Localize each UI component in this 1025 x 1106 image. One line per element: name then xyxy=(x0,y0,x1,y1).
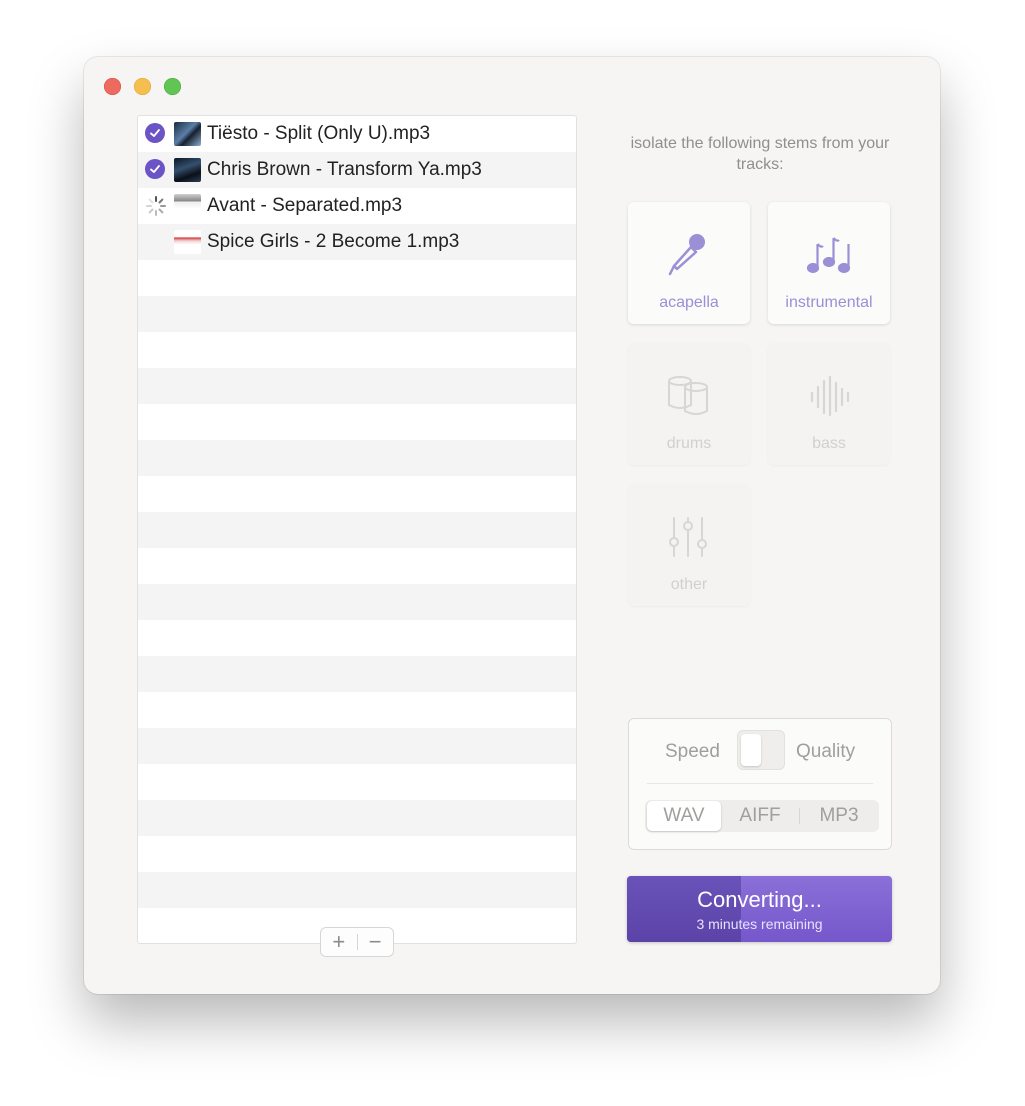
track-row[interactable]: Avant - Separated.mp3 xyxy=(138,188,576,224)
track-status xyxy=(145,159,167,181)
stem-bass-button[interactable]: bass xyxy=(768,343,890,465)
spinner-icon xyxy=(146,196,166,216)
zoom-window-button[interactable] xyxy=(164,78,181,95)
quality-label: Quality xyxy=(796,741,856,762)
sliders-icon xyxy=(669,517,707,557)
speed-label: Speed xyxy=(665,741,720,762)
album-art xyxy=(174,158,201,182)
empty-row xyxy=(138,656,576,692)
stems-heading: isolate the following stems from your tr… xyxy=(630,135,890,173)
track-name: Spice Girls - 2 Become 1.mp3 xyxy=(207,231,460,252)
track-name: Tiësto - Split (Only U).mp3 xyxy=(207,123,431,144)
track-name: Avant - Separated.mp3 xyxy=(207,195,403,216)
track-row[interactable]: Tiësto - Split (Only U).mp3 xyxy=(138,116,576,152)
app-window: Tiësto - Split (Only U).mp3 Chris Brown … xyxy=(84,57,940,994)
track-list[interactable]: Tiësto - Split (Only U).mp3 Chris Brown … xyxy=(137,115,577,944)
empty-row xyxy=(138,512,576,548)
empty-row xyxy=(138,440,576,476)
time-remaining: 3 minutes remaining xyxy=(696,916,823,932)
empty-row xyxy=(138,476,576,512)
format-segmented-control: WAV AIFF MP3 xyxy=(645,800,879,832)
empty-row xyxy=(138,728,576,764)
drums-icon xyxy=(668,376,708,415)
add-remove-control: + − xyxy=(320,927,394,957)
stem-label: other xyxy=(670,576,708,593)
empty-row xyxy=(138,800,576,836)
stem-label: bass xyxy=(812,435,846,452)
divider xyxy=(647,783,873,784)
empty-row xyxy=(138,620,576,656)
toggle-knob xyxy=(741,734,761,766)
checkmark-icon xyxy=(145,123,165,143)
empty-row xyxy=(138,548,576,584)
track-name: Chris Brown - Transform Ya.mp3 xyxy=(207,159,482,180)
empty-row xyxy=(138,404,576,440)
stem-acapella-button[interactable]: acapella xyxy=(628,202,750,324)
convert-button[interactable]: Converting... 3 minutes remaining xyxy=(627,876,892,942)
track-status xyxy=(145,195,167,217)
track-status xyxy=(145,123,167,145)
stem-label: acapella xyxy=(659,294,719,311)
format-mp3-option[interactable]: MP3 xyxy=(800,801,878,831)
empty-row xyxy=(138,836,576,872)
track-row[interactable]: Chris Brown - Transform Ya.mp3 xyxy=(138,152,576,188)
empty-row xyxy=(138,368,576,404)
album-art xyxy=(174,194,201,209)
waveform-icon xyxy=(810,375,850,417)
settings-panel: Speed Quality WAV AIFF MP3 xyxy=(628,718,892,850)
stem-label: drums xyxy=(666,435,712,452)
stem-label: instrumental xyxy=(785,294,873,311)
microphone-icon xyxy=(668,234,705,276)
checkmark-icon xyxy=(145,159,165,179)
empty-row xyxy=(138,764,576,800)
close-window-button[interactable] xyxy=(104,78,121,95)
format-aiff-option[interactable]: AIFF xyxy=(721,801,799,831)
stem-other-button[interactable]: other xyxy=(628,484,750,606)
empty-row xyxy=(138,584,576,620)
empty-row xyxy=(138,260,576,296)
album-art xyxy=(174,122,201,146)
minimize-window-button[interactable] xyxy=(134,78,151,95)
stem-drums-button[interactable]: drums xyxy=(628,343,750,465)
convert-status: Converting... xyxy=(697,887,822,912)
track-rows: Tiësto - Split (Only U).mp3 Chris Brown … xyxy=(138,116,576,943)
empty-row xyxy=(138,332,576,368)
remove-track-button[interactable]: − xyxy=(357,929,393,955)
album-art xyxy=(174,230,201,254)
empty-row xyxy=(138,692,576,728)
format-wav-option[interactable]: WAV xyxy=(647,801,721,831)
music-notes-icon xyxy=(806,237,851,274)
add-track-button[interactable]: + xyxy=(321,929,357,955)
track-row[interactable]: Spice Girls - 2 Become 1.mp3 xyxy=(138,224,576,260)
empty-row xyxy=(138,872,576,908)
empty-row xyxy=(138,296,576,332)
speed-quality-toggle[interactable] xyxy=(737,730,785,770)
stem-instrumental-button[interactable]: instrumental xyxy=(768,202,890,324)
